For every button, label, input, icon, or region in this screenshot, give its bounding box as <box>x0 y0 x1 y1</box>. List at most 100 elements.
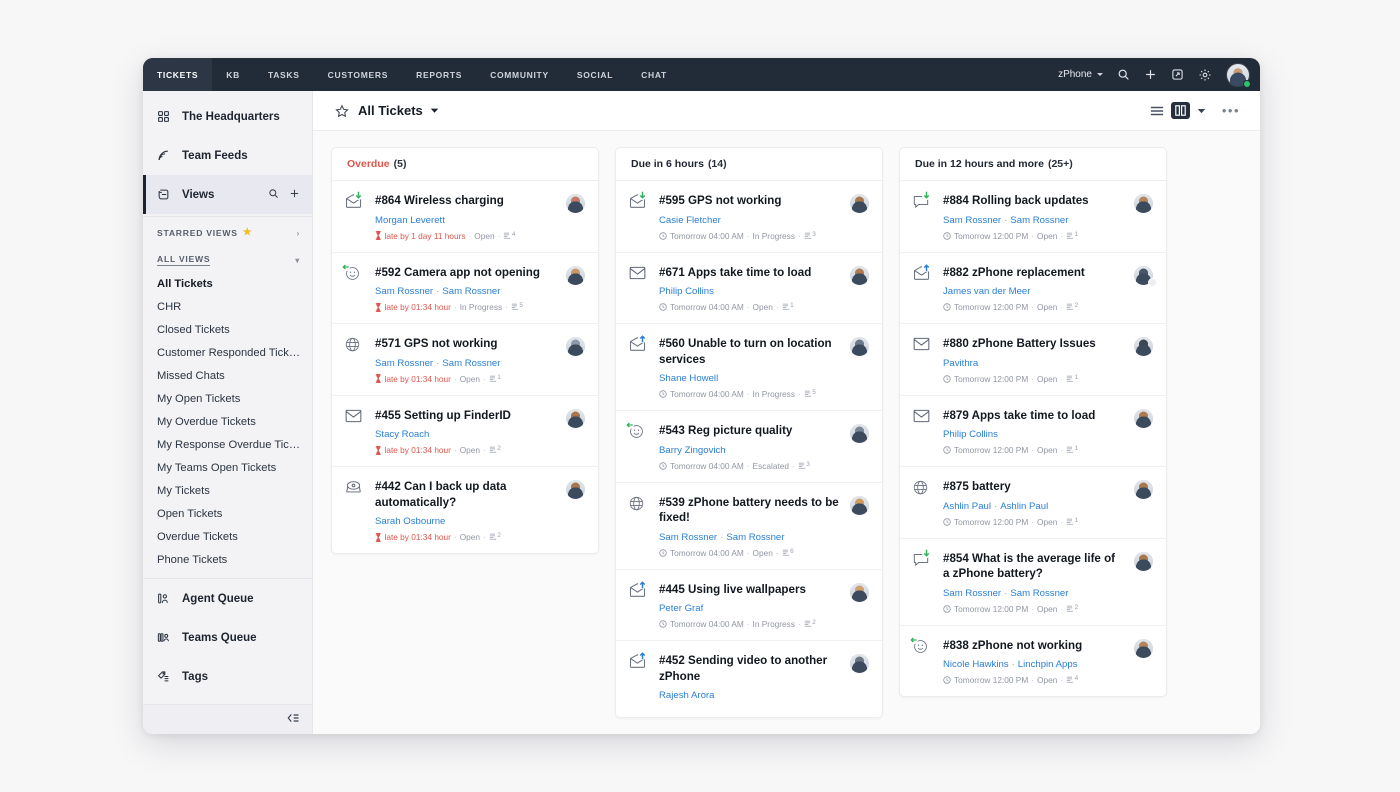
ticket-company-link[interactable]: Ashlin Paul <box>1000 501 1048 512</box>
ticket-requester-link[interactable]: Peter Graf <box>659 603 703 614</box>
ticket-card[interactable]: #864 Wireless charging Morgan Leverett lat… <box>332 181 598 253</box>
ticket-requester-link[interactable]: Pavithra <box>943 358 978 369</box>
search-icon[interactable] <box>268 188 279 202</box>
ticket-card[interactable]: #560 Unable to turn on location services… <box>616 324 882 411</box>
ticket-assignee-avatar[interactable] <box>850 582 869 602</box>
sidebar-item-teams-queue[interactable]: Teams Queue <box>143 618 312 657</box>
avatar[interactable] <box>1226 62 1251 88</box>
view-list-item[interactable]: Customer Responded Tick… <box>143 342 312 365</box>
nav-tab-reports[interactable]: REPORTS <box>402 58 476 91</box>
ticket-company-link[interactable]: Sam Rossner <box>1010 215 1068 226</box>
view-list-item[interactable]: My Teams Open Tickets <box>143 457 312 480</box>
view-list-item[interactable]: All Tickets <box>143 273 312 296</box>
sidebar-item-views[interactable]: Views <box>143 175 312 214</box>
chevron-down-icon[interactable] <box>430 102 439 120</box>
ticket-card[interactable]: #595 GPS not working Casie Fletcher Tomorr… <box>616 181 882 253</box>
ticket-assignee-avatar[interactable] <box>1134 480 1153 499</box>
ticket-assignee-avatar[interactable] <box>850 654 869 673</box>
ticket-card[interactable]: #455 Setting up FinderID Stacy Roach late … <box>332 396 598 467</box>
ticket-assignee-avatar[interactable] <box>1134 265 1157 287</box>
nav-tab-chat[interactable]: CHAT <box>627 58 681 91</box>
launch-app-icon[interactable] <box>1171 68 1184 81</box>
ticket-requester-link[interactable]: Sam Rossner <box>375 286 433 297</box>
ticket-requester-link[interactable]: Philip Collins <box>943 429 998 440</box>
ticket-card[interactable]: #442 Can I back up data automatically? Sa… <box>332 467 598 553</box>
ticket-requester-link[interactable]: Sarah Osbourne <box>375 516 445 527</box>
search-icon[interactable] <box>1117 68 1130 81</box>
ticket-requester-link[interactable]: Ashlin Paul <box>943 501 991 512</box>
ticket-assignee-avatar[interactable] <box>1134 551 1153 571</box>
collapse-sidebar-button[interactable] <box>143 704 312 734</box>
sidebar-item-tags[interactable]: Tags <box>143 657 312 696</box>
ticket-assignee-avatar[interactable] <box>566 337 585 356</box>
ticket-assignee-avatar[interactable] <box>566 480 585 499</box>
nav-tab-tickets[interactable]: TICKETS <box>143 58 213 91</box>
ticket-card[interactable]: #880 zPhone Battery Issues Pavithra Tomorr… <box>900 324 1166 396</box>
favorite-star-icon[interactable] <box>335 104 349 118</box>
ticket-card[interactable]: #875 battery Ashlin Paul · Ashlin Paul Tomor… <box>900 467 1166 539</box>
ticket-company-link[interactable]: Sam Rossner <box>726 532 784 543</box>
ticket-card[interactable]: #879 Apps take time to load Philip Collin… <box>900 396 1166 467</box>
gear-icon[interactable] <box>1198 68 1212 82</box>
ticket-requester-link[interactable]: Philip Collins <box>659 286 714 297</box>
view-options-chevron-down-icon[interactable] <box>1197 102 1206 120</box>
ticket-card[interactable]: #854 What is the average life of a zPhon… <box>900 539 1166 626</box>
ticket-requester-link[interactable]: Morgan Leverett <box>375 215 445 226</box>
starred-views-group-header[interactable]: STARRED VIEWS ★ › <box>143 219 312 245</box>
nav-tab-community[interactable]: COMMUNITY <box>476 58 563 91</box>
view-list-item[interactable]: Missed Chats <box>143 365 312 388</box>
plus-icon[interactable] <box>1144 68 1157 81</box>
view-list-item[interactable]: My Overdue Tickets <box>143 411 312 434</box>
ticket-assignee-avatar[interactable] <box>850 337 869 356</box>
nav-tab-customers[interactable]: CUSTOMERS <box>314 58 402 91</box>
view-list-item[interactable]: My Response Overdue Tic… <box>143 434 312 457</box>
ticket-company-link[interactable]: Sam Rossner <box>442 358 500 369</box>
ticket-assignee-avatar[interactable] <box>850 194 869 213</box>
view-list-item[interactable]: Overdue Tickets <box>143 526 312 549</box>
sidebar-item-agent-queue[interactable]: Agent Queue <box>143 579 312 618</box>
ticket-company-link[interactable]: Sam Rossner <box>442 286 500 297</box>
ticket-company-link[interactable]: Linchpin Apps <box>1018 659 1078 670</box>
ticket-requester-link[interactable]: Shane Howell <box>659 373 718 384</box>
view-list-item[interactable]: My Open Tickets <box>143 388 312 411</box>
ticket-requester-link[interactable]: Sam Rossner <box>943 215 1001 226</box>
nav-tab-social[interactable]: SOCIAL <box>563 58 627 91</box>
ticket-assignee-avatar[interactable] <box>1134 194 1153 213</box>
ticket-assignee-avatar[interactable] <box>1134 337 1153 356</box>
plus-icon[interactable] <box>289 188 300 202</box>
ticket-requester-link[interactable]: Barry Zingovich <box>659 445 726 456</box>
sidebar-item-the-headquarters[interactable]: The Headquarters <box>143 97 312 136</box>
ticket-card[interactable]: #571 GPS not working Sam Rossner · Sam Ross… <box>332 324 598 396</box>
ticket-requester-link[interactable]: Casie Fletcher <box>659 215 721 226</box>
ticket-assignee-avatar[interactable] <box>566 194 585 213</box>
ticket-requester-link[interactable]: Rajesh Arora <box>659 690 714 701</box>
list-view-button[interactable] <box>1150 105 1164 117</box>
ticket-requester-link[interactable]: Sam Rossner <box>659 532 717 543</box>
ticket-card[interactable]: #539 zPhone battery needs to be fixed! Sa… <box>616 483 882 570</box>
ticket-assignee-avatar[interactable] <box>850 495 869 515</box>
ticket-card[interactable]: #884 Rolling back updates Sam Rossner · Sam… <box>900 181 1166 253</box>
view-list-item[interactable]: My Tickets <box>143 480 312 503</box>
view-list-item[interactable]: Open Tickets <box>143 503 312 526</box>
ticket-card[interactable]: #543 Reg picture quality Barry Zingovich T… <box>616 411 882 483</box>
more-options-button[interactable]: ••• <box>1218 103 1240 118</box>
ticket-card[interactable]: #838 zPhone not working Nicole Hawkins · Li… <box>900 626 1166 697</box>
ticket-requester-link[interactable]: Nicole Hawkins <box>943 659 1009 670</box>
ticket-requester-link[interactable]: James van der Meer <box>943 286 1030 297</box>
ticket-card[interactable]: #882 zPhone replacement James van der Mee… <box>900 253 1166 324</box>
ticket-requester-link[interactable]: Sam Rossner <box>943 588 1001 599</box>
view-list-item[interactable]: CHR <box>143 296 312 319</box>
ticket-assignee-avatar[interactable] <box>566 408 585 428</box>
nav-tab-tasks[interactable]: TASKS <box>254 58 314 91</box>
all-views-group-header[interactable]: ALL VIEWS ▾ <box>143 245 312 273</box>
ticket-card[interactable]: #452 Sending video to another zPhone Raje… <box>616 641 882 717</box>
ticket-card[interactable]: #445 Using live wallpapers Peter Graf Tomo… <box>616 570 882 641</box>
product-switcher[interactable]: zPhone <box>1058 69 1103 80</box>
ticket-card[interactable]: #671 Apps take time to load Philip Collin… <box>616 253 882 324</box>
ticket-company-link[interactable]: Sam Rossner <box>1010 588 1068 599</box>
ticket-assignee-avatar[interactable] <box>850 265 869 285</box>
ticket-requester-link[interactable]: Stacy Roach <box>375 429 429 440</box>
ticket-assignee-avatar[interactable] <box>566 265 585 285</box>
ticket-assignee-avatar[interactable] <box>1134 638 1153 658</box>
ticket-requester-link[interactable]: Sam Rossner <box>375 358 433 369</box>
